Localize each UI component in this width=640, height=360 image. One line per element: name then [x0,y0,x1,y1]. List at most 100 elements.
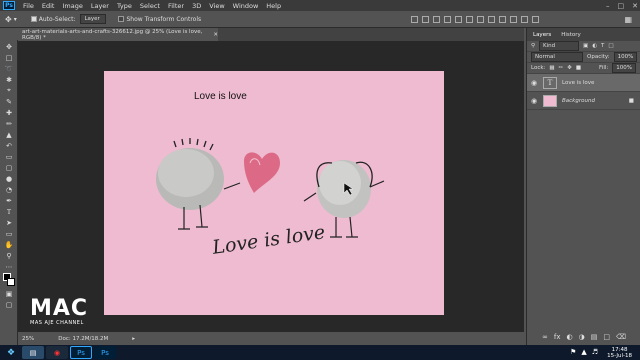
document-workspace[interactable]: Love is love Love is love [18,41,524,332]
align-right-icon[interactable] [466,15,474,23]
volume-icon[interactable]: ♬ [592,348,598,356]
canvas-image[interactable]: Love is love Love is love [104,71,444,315]
type-tool-icon[interactable]: T [3,207,15,216]
screen-mode-icon[interactable]: ▢ [3,300,15,309]
align-bottom-icon[interactable] [433,15,441,23]
auto-select-dropdown[interactable]: Layer [80,14,107,24]
explorer-taskbar-icon[interactable]: ▤ [22,346,44,359]
tab-layers[interactable]: Layers [533,32,551,38]
auto-select-checkbox[interactable]: Auto-Select: [30,16,75,23]
align-top-icon[interactable] [411,15,419,23]
layer-row-text[interactable]: ◉ T Love is love [527,74,640,92]
workspace-icon[interactable]: ▦ [624,15,632,24]
flag-icon[interactable]: ⚑ [570,348,576,356]
close-tab-icon[interactable]: ✕ [213,32,218,38]
link-icon[interactable]: ∞ [542,333,548,343]
quick-select-tool-icon[interactable]: ✱ [3,75,15,84]
distribute-bottom-icon[interactable] [499,15,507,23]
layer-name[interactable]: Background [562,98,595,104]
history-brush-icon[interactable]: ↶ [3,141,15,150]
menu-image[interactable]: Image [62,2,82,10]
eraser-tool-icon[interactable]: ▭ [3,152,15,161]
document-tab[interactable]: art-art-materials-arts-and-crafts-326612… [18,28,218,41]
marquee-tool-icon[interactable]: □ [3,53,15,62]
opacity-field[interactable]: 100% [613,52,638,62]
fx-icon[interactable]: fx [554,333,561,343]
menu-type[interactable]: Type [117,2,132,10]
chrome-taskbar-icon[interactable]: ◉ [46,346,68,359]
eyedropper-tool-icon[interactable]: ✎ [3,97,15,106]
close-icon[interactable]: ✕ [632,2,638,10]
new-layer-icon[interactable]: □ [603,333,610,343]
hand-tool-icon[interactable]: ✋ [3,240,15,249]
pen-tool-icon[interactable]: ✒ [3,196,15,205]
distribute-hcenter-icon[interactable] [521,15,529,23]
layer-row-background[interactable]: ◉ Background ■ [527,92,640,110]
distribute-vcenter-icon[interactable] [488,15,496,23]
zoom-level[interactable]: 25% [22,336,34,342]
tool-preset-dropdown-icon[interactable]: ▾ [14,16,17,23]
menu-edit[interactable]: Edit [42,2,55,10]
lasso-tool-icon[interactable]: ➰ [3,64,15,73]
show-transform-checkbox[interactable]: Show Transform Controls [118,16,201,23]
clone-stamp-icon[interactable]: ▲ [3,130,15,139]
minimize-icon[interactable]: – [606,2,610,10]
filter-pixel-icon[interactable]: ▣ [583,43,588,49]
color-swatches-icon[interactable] [3,273,15,287]
blur-tool-icon[interactable]: ● [3,174,15,183]
kind-dropdown[interactable]: Kind [539,41,580,51]
photoshop-taskbar-icon[interactable]: Ps [70,346,92,359]
move-tool-icon[interactable]: ✥ [3,42,15,51]
gradient-tool-icon[interactable]: ▢ [3,163,15,172]
lock-transparent-icon[interactable]: ▦ [549,65,554,71]
filter-type-icon[interactable]: T [601,43,604,49]
menu-window[interactable]: Window [233,2,259,10]
lock-pixels-icon[interactable]: ✏ [559,65,564,71]
zoom-tool-icon[interactable]: ⚲ [3,251,15,260]
folder-icon[interactable]: ▤ [591,333,598,343]
filter-shape-icon[interactable]: □ [608,43,613,49]
menu-file[interactable]: File [23,2,34,10]
mask-icon[interactable]: ◐ [567,333,573,343]
network-icon[interactable]: ▲ [581,348,586,356]
lock-position-icon[interactable]: ✥ [567,65,572,71]
menu-view[interactable]: View [209,2,224,10]
lock-all-icon[interactable]: ■ [576,65,581,71]
quick-mask-icon[interactable]: ▣ [3,289,15,298]
adjustment-icon[interactable]: ◑ [579,333,585,343]
windows-start-icon[interactable]: ❖ [2,346,20,359]
align-hcenter-icon[interactable] [455,15,463,23]
taskbar-clock[interactable]: 17:48 15-Jul-18 [607,345,632,360]
blend-mode-dropdown[interactable]: Normal [531,52,583,62]
brush-tool-icon[interactable]: ✏ [3,119,15,128]
trash-icon[interactable]: ⌫ [616,333,626,343]
fill-field[interactable]: 100% [612,63,636,73]
path-select-icon[interactable]: ➤ [3,218,15,227]
distribute-top-icon[interactable] [477,15,485,23]
menu-3d[interactable]: 3D [192,2,201,10]
healing-brush-icon[interactable]: ✚ [3,108,15,117]
menu-help[interactable]: Help [266,2,281,10]
menu-select[interactable]: Select [140,2,160,10]
move-tool-icon[interactable]: ✥ [5,15,12,24]
maximize-icon[interactable]: □ [618,2,625,10]
tab-history[interactable]: History [561,32,581,38]
align-vcenter-icon[interactable] [422,15,430,23]
align-left-icon[interactable] [444,15,452,23]
distribute-right-icon[interactable] [532,15,540,23]
rectangle-tool-icon[interactable]: ▭ [3,229,15,238]
eye-icon[interactable]: ◉ [531,79,538,87]
crop-tool-icon[interactable]: ⌖ [3,86,15,95]
photoshop-2-taskbar-icon[interactable]: Ps [94,346,116,359]
more-tools-icon[interactable]: ⋯ [3,262,15,271]
layer-name[interactable]: Love is love [562,80,594,86]
menu-filter[interactable]: Filter [168,2,184,10]
eye-icon[interactable]: ◉ [531,97,538,105]
distribute-left-icon[interactable] [510,15,518,23]
doc-size: Doc: 17.2M/18.2M [58,335,109,342]
menu-layer[interactable]: Layer [91,2,109,10]
status-arrow-icon[interactable]: ▸ [132,336,135,342]
filter-adjust-icon[interactable]: ◐ [592,43,597,49]
tools-panel: ✥ □ ➰ ✱ ⌖ ✎ ✚ ✏ ▲ ↶ ▭ ▢ ● ◔ ✒ T ➤ ▭ ✋ ⚲ … [0,40,18,345]
dodge-tool-icon[interactable]: ◔ [3,185,15,194]
